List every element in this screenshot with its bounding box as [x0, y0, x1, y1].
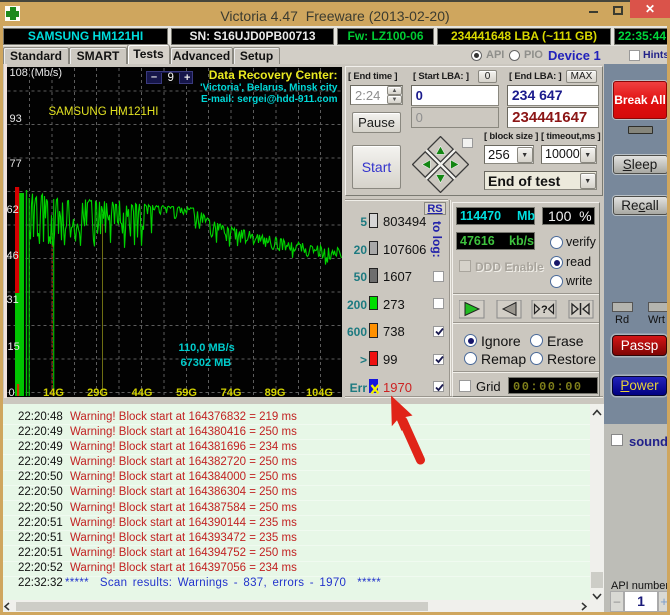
svg-text:14G: 14G	[43, 387, 64, 397]
svg-text:44G: 44G	[131, 387, 152, 397]
svg-text:62: 62	[7, 204, 19, 216]
svg-text:93: 93	[9, 113, 21, 125]
svg-text:46: 46	[7, 250, 19, 262]
svg-text:Data Recovery Center:: Data Recovery Center:	[208, 68, 337, 82]
svg-text:77: 77	[9, 158, 21, 170]
svg-text:15: 15	[7, 341, 19, 353]
svg-text:'Victoria', Belarus, Minsk cit: 'Victoria', Belarus, Minsk city	[200, 83, 338, 94]
svg-text:?: ?	[541, 304, 548, 316]
svg-text:29G: 29G	[87, 387, 108, 397]
svg-text:SAMSUNG HM121HI: SAMSUNG HM121HI	[48, 106, 158, 118]
svg-text:59G: 59G	[176, 387, 197, 397]
svg-text:74G: 74G	[220, 387, 241, 397]
svg-text:89G: 89G	[264, 387, 285, 397]
svg-text:67302 MB: 67302 MB	[180, 357, 231, 369]
svg-text:0: 0	[8, 387, 14, 397]
svg-text:108 (Mb/s): 108 (Mb/s)	[9, 67, 62, 79]
svg-text:E-mail: sergei@hdd-911.com: E-mail: sergei@hdd-911.com	[201, 94, 338, 105]
svg-text:104G: 104G	[306, 387, 333, 397]
svg-text:110,0 MB/s: 110,0 MB/s	[178, 342, 234, 354]
svg-text:31: 31	[7, 294, 19, 306]
